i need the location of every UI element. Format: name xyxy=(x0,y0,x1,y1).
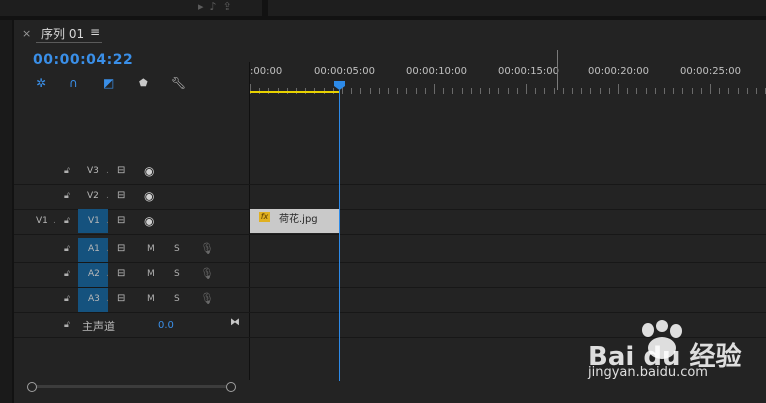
lock-icon[interactable]: 🔓︎ xyxy=(64,216,70,226)
add-marker-menu-icon[interactable]: ◩ xyxy=(103,76,114,90)
track-label-v2[interactable]: V2 xyxy=(87,191,99,201)
fx-badge: fx xyxy=(259,212,270,222)
lock-icon[interactable]: 🔓︎ xyxy=(64,320,70,330)
scrollbar-right-handle[interactable] xyxy=(226,382,236,392)
ruler-tick-label: 00:00:20:00 xyxy=(588,66,650,77)
track-row-v1 xyxy=(14,210,766,235)
microphone-icon[interactable]: 🎙︎ xyxy=(200,292,214,305)
export-icon[interactable]: ⇪ xyxy=(223,0,238,13)
sync-dot: . xyxy=(106,191,109,201)
ruler-tick-label: 00:00:10:00 xyxy=(406,66,468,77)
toggle-sync-icon[interactable]: ⊟ xyxy=(117,268,125,279)
lock-icon[interactable]: 🔓︎ xyxy=(64,244,70,254)
mute-button[interactable]: M xyxy=(147,294,155,304)
sync-dot: . xyxy=(106,216,109,226)
solo-button[interactable]: S xyxy=(174,269,180,279)
toggle-sync-icon[interactable]: ⊟ xyxy=(117,165,125,176)
clip-name: 荷花.jpg xyxy=(279,214,318,225)
source-patch-v1[interactable]: V1 xyxy=(36,216,48,226)
ruler-tick-label: 00:00:15:00 xyxy=(498,66,560,77)
lock-icon[interactable]: 🔓︎ xyxy=(64,269,70,279)
eye-icon[interactable]: ◉ xyxy=(144,189,154,203)
track-label-a3[interactable]: A3 xyxy=(88,294,100,304)
microphone-icon[interactable]: 🎙︎ xyxy=(200,267,214,280)
track-row-a2 xyxy=(14,263,766,288)
ruler-tick-label: 00:00:05:00 xyxy=(314,66,376,77)
playhead-line[interactable] xyxy=(339,90,340,381)
playhead-timecode[interactable]: 00:00:04:22 xyxy=(33,52,133,68)
audio-icon[interactable]: ▸♪ xyxy=(198,0,223,13)
eye-icon[interactable]: ◉ xyxy=(144,164,154,178)
track-row-v3 xyxy=(14,160,766,185)
sync-dot: . xyxy=(106,269,109,279)
eye-icon[interactable]: ◉ xyxy=(144,214,154,228)
horizontal-scrollbar[interactable] xyxy=(31,385,231,388)
snap-icon[interactable]: ✲ xyxy=(36,76,46,90)
scrollbar-left-handle[interactable] xyxy=(27,382,37,392)
master-volume-value[interactable]: 0.0 xyxy=(158,320,174,331)
track-label-v3[interactable]: V3 xyxy=(87,166,99,176)
master-track-label: 主声道 xyxy=(82,320,115,333)
tab-sequence-title[interactable]: 序列 01 xyxy=(41,25,84,42)
sync-dot: . xyxy=(106,294,109,304)
work-area-bar[interactable] xyxy=(250,91,340,93)
mute-button[interactable]: M xyxy=(147,244,155,254)
track-row-a3 xyxy=(14,288,766,313)
tab-close-icon[interactable]: × xyxy=(22,27,31,40)
watermark-url: jingyan.baidu.com xyxy=(588,365,708,380)
toggle-sync-icon[interactable]: ⊟ xyxy=(117,190,125,201)
go-to-end-icon[interactable]: ⧓ xyxy=(230,317,240,328)
wrench-icon[interactable]: 🔧︎ xyxy=(171,76,186,90)
toggle-sync-icon[interactable]: ⊟ xyxy=(117,293,125,304)
toggle-sync-icon[interactable]: ⊟ xyxy=(117,215,125,226)
lock-icon[interactable]: 🔓︎ xyxy=(64,294,70,304)
solo-button[interactable]: S xyxy=(174,294,180,304)
solo-button[interactable]: S xyxy=(174,244,180,254)
mute-button[interactable]: M xyxy=(147,269,155,279)
ruler-tick-label: :00:00 xyxy=(250,66,283,77)
lock-icon[interactable]: 🔓︎ xyxy=(64,166,70,176)
sync-dot: . xyxy=(53,216,56,226)
linked-selection-icon[interactable]: ∩ xyxy=(69,76,78,90)
ruler-tick-label: 00:00:25:00 xyxy=(680,66,742,77)
tab-menu-icon[interactable]: ≡ xyxy=(90,25,100,39)
tab-underline xyxy=(36,42,102,43)
top-right-panel xyxy=(268,0,766,16)
track-label-v1[interactable]: V1 xyxy=(88,216,100,226)
toggle-sync-icon[interactable]: ⊟ xyxy=(117,243,125,254)
microphone-icon[interactable]: 🎙︎ xyxy=(200,242,214,255)
track-row-v2 xyxy=(14,185,766,210)
track-label-a1[interactable]: A1 xyxy=(88,244,100,254)
left-panel-edge xyxy=(0,20,12,403)
track-row-a1 xyxy=(14,238,766,263)
marker-icon[interactable]: ⬟ xyxy=(139,78,148,89)
sync-dot: . xyxy=(106,166,109,176)
lock-icon[interactable]: 🔓︎ xyxy=(64,191,70,201)
track-label-a2[interactable]: A2 xyxy=(88,269,100,279)
sync-dot: . xyxy=(106,244,109,254)
top-panel-icons: ▸♪⇪ xyxy=(198,0,238,13)
ruler-divider xyxy=(557,50,558,90)
